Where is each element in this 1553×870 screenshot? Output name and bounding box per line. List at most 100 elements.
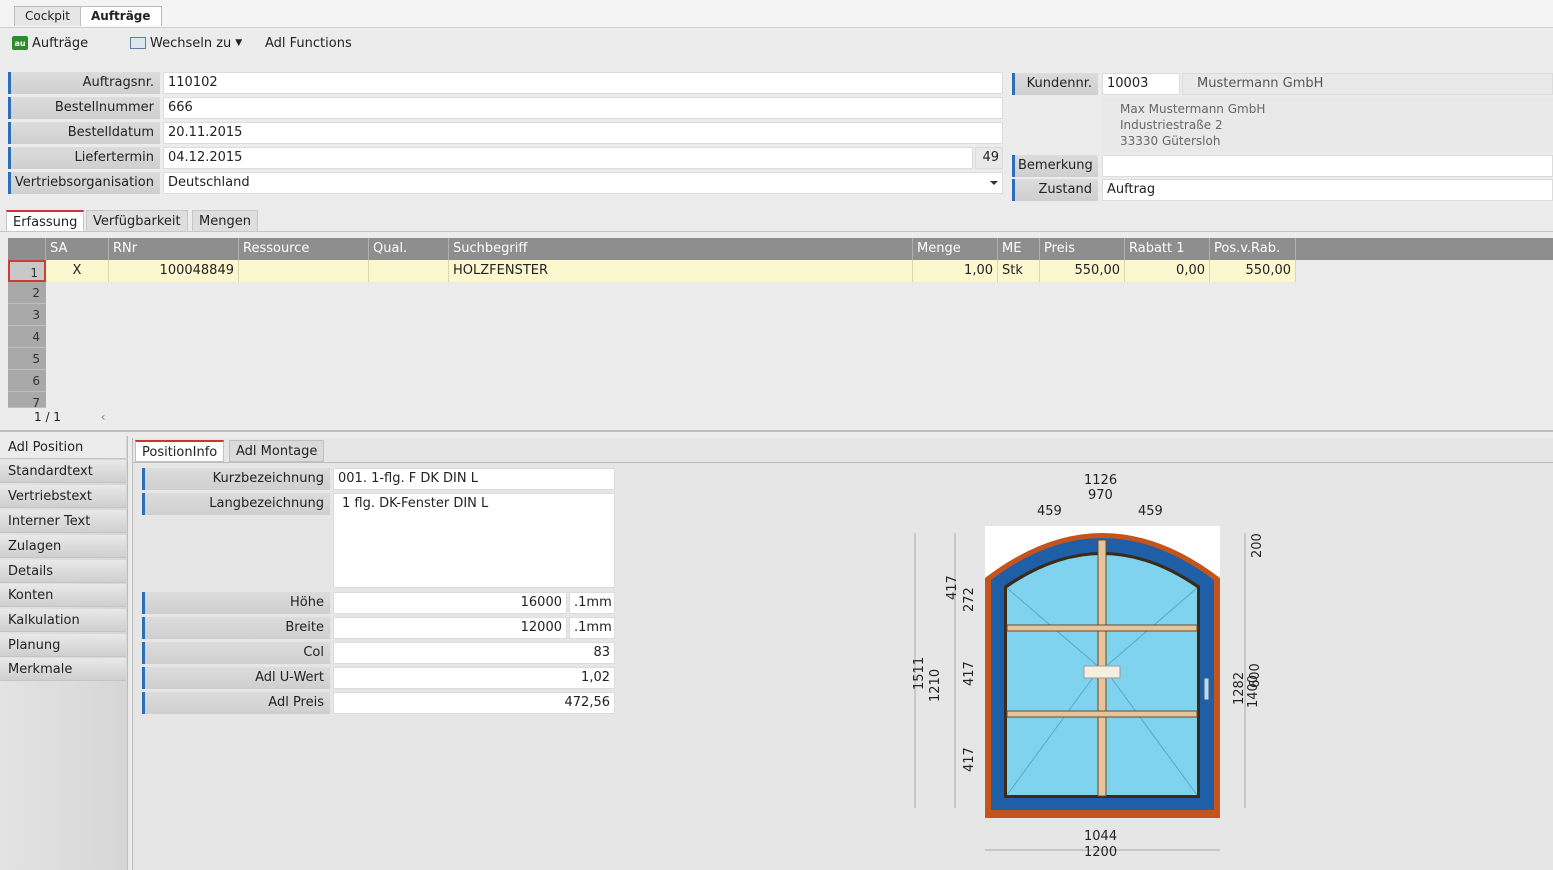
dim-bottom1: 1044 bbox=[1084, 829, 1118, 844]
col-rnr[interactable]: RNr bbox=[109, 238, 239, 260]
dim-top-left: 459 bbox=[1037, 504, 1062, 519]
pager: 1 / 1 ‹ bbox=[8, 408, 128, 426]
dim-left-417a: 417 bbox=[945, 575, 960, 600]
col-posvrab[interactable]: Pos.v.Rab. bbox=[1210, 238, 1296, 260]
tab-erfassung[interactable]: Erfassung bbox=[6, 210, 85, 232]
tab-adl-montage[interactable]: Adl Montage bbox=[229, 440, 325, 462]
uwert-label: Adl U-Wert bbox=[142, 667, 330, 689]
dim-top-right: 459 bbox=[1138, 504, 1163, 519]
col-menge[interactable]: Menge bbox=[913, 238, 998, 260]
cell-me[interactable]: Stk bbox=[998, 260, 1040, 282]
tab-auftraege[interactable]: Aufträge bbox=[80, 6, 162, 26]
breite-label: Breite bbox=[142, 617, 330, 639]
col-rabatt[interactable]: Rabatt 1 bbox=[1125, 238, 1210, 260]
cell-preis[interactable]: 550,00 bbox=[1040, 260, 1125, 282]
nav-zulagen[interactable]: Zulagen bbox=[0, 535, 126, 558]
chevron-left-icon[interactable]: ‹ bbox=[101, 410, 106, 424]
nav-konten[interactable]: Konten bbox=[0, 584, 126, 607]
breite-field[interactable]: 12000 bbox=[333, 617, 567, 639]
liefertermin-label: Liefertermin bbox=[8, 147, 160, 169]
hoehe-field[interactable]: 16000 bbox=[333, 592, 567, 614]
tab-positioninfo[interactable]: PositionInfo bbox=[135, 440, 225, 462]
col-preis[interactable]: Preis bbox=[1040, 238, 1125, 260]
cell-menge[interactable]: 1,00 bbox=[913, 260, 998, 282]
dim-left-1511: 1511 bbox=[912, 656, 927, 690]
row-number[interactable]: 5 bbox=[8, 348, 46, 370]
nav-merkmale[interactable]: Merkmale bbox=[0, 658, 126, 681]
adl-functions-button[interactable]: Adl Functions bbox=[265, 34, 352, 52]
col-suchbegriff[interactable]: Suchbegriff bbox=[449, 238, 913, 260]
bemerkung-label: Bemerkung bbox=[1012, 155, 1098, 177]
dim-right-600: 600 bbox=[1248, 663, 1263, 688]
tab-verfuegbarkeit[interactable]: Verfügbarkeit bbox=[86, 210, 188, 232]
vertrieb-select[interactable]: Deutschland bbox=[163, 172, 1003, 194]
cell-posvrab[interactable]: 550,00 bbox=[1210, 260, 1296, 282]
nav-adl-position[interactable]: Adl Position bbox=[0, 436, 126, 459]
nav-vertriebstext[interactable]: Vertriebstext bbox=[0, 485, 126, 508]
nav-details[interactable]: Details bbox=[0, 560, 126, 583]
row-number[interactable]: 6 bbox=[8, 370, 46, 392]
cell-sa[interactable]: X bbox=[46, 260, 109, 282]
row-number[interactable]: 7 bbox=[8, 392, 46, 410]
lang-textarea[interactable]: 1 flg. DK-Fenster DIN L bbox=[333, 493, 615, 588]
kurz-label: Kurzbezeichnung bbox=[142, 468, 330, 490]
divider bbox=[0, 430, 1553, 432]
customer-name: Mustermann GmbH bbox=[1182, 73, 1553, 95]
row-number[interactable]: 4 bbox=[8, 326, 46, 348]
bestellnummer-field[interactable]: 666 bbox=[163, 97, 1003, 119]
orders-button[interactable]: au Aufträge bbox=[12, 34, 88, 52]
window-drawing: 1126 970 459 459 1044 1200 417 272 417 4… bbox=[900, 468, 1280, 868]
tab-mengen[interactable]: Mengen bbox=[192, 210, 258, 232]
nav-standardtext[interactable]: Standardtext bbox=[0, 460, 126, 483]
col-qual[interactable]: Qual. bbox=[369, 238, 449, 260]
dim-bottom2: 1200 bbox=[1084, 845, 1118, 860]
col-me[interactable]: ME bbox=[998, 238, 1040, 260]
nav-kalkulation[interactable]: Kalkulation bbox=[0, 609, 126, 632]
bestelldatum-label: Bestelldatum bbox=[8, 122, 160, 144]
kurz-field[interactable]: 001. 1-flg. F DK DIN L bbox=[333, 468, 615, 490]
col-field[interactable]: 83 bbox=[333, 642, 615, 664]
breite-unit: .1mm bbox=[569, 617, 615, 639]
address-line: 33330 Gütersloh bbox=[1120, 134, 1221, 148]
dim-left-1210: 1210 bbox=[928, 668, 943, 702]
dim-left-417b: 417 bbox=[962, 661, 977, 686]
col-ressource[interactable]: Ressource bbox=[239, 238, 369, 260]
bemerkung-field[interactable] bbox=[1102, 155, 1553, 177]
liefertermin-field[interactable]: 04.12.2015 bbox=[163, 147, 973, 169]
nav-planung[interactable]: Planung bbox=[0, 634, 126, 657]
bestelldatum-field[interactable]: 20.11.2015 bbox=[163, 122, 1003, 144]
auftragsnr-field[interactable]: 110102 bbox=[163, 72, 1003, 94]
chevron-down-icon: ▼ bbox=[235, 38, 243, 48]
zustand-field[interactable]: Auftrag bbox=[1102, 179, 1553, 201]
tab-cockpit[interactable]: Cockpit bbox=[14, 6, 81, 26]
toolbar: au Aufträge Wechseln zu ▼ Adl Functions bbox=[0, 28, 1553, 58]
address-line: Industriestraße 2 bbox=[1120, 118, 1223, 132]
kundennr-field[interactable]: 10003 bbox=[1102, 73, 1180, 95]
row-number[interactable]: 3 bbox=[8, 304, 46, 326]
hoehe-label: Höhe bbox=[142, 592, 330, 614]
dim-right-200: 200 bbox=[1250, 533, 1265, 558]
handle-icon bbox=[1203, 677, 1210, 701]
row-number[interactable]: 1 bbox=[8, 260, 46, 282]
zustand-label: Zustand bbox=[1012, 179, 1098, 201]
cell-suchbegriff[interactable]: HOLZFENSTER bbox=[449, 260, 913, 282]
preis-label: Adl Preis bbox=[142, 692, 330, 714]
switch-to-button[interactable]: Wechseln zu ▼ bbox=[130, 34, 242, 52]
cell-qual[interactable] bbox=[369, 260, 449, 282]
positions-grid: SA RNr Ressource Qual. Suchbegriff Menge… bbox=[8, 238, 1553, 428]
cell-rnr[interactable]: 100048849 bbox=[109, 260, 239, 282]
nav-interner-text[interactable]: Interner Text bbox=[0, 510, 126, 533]
dim-left-417c: 417 bbox=[962, 747, 977, 772]
orders-label: Aufträge bbox=[32, 35, 89, 51]
cell-ressource[interactable] bbox=[239, 260, 369, 282]
top-tab-bar: Cockpit Aufträge bbox=[0, 0, 1553, 28]
label-box bbox=[1083, 665, 1121, 679]
cell-rabatt[interactable]: 0,00 bbox=[1125, 260, 1210, 282]
uwert-field[interactable]: 1,02 bbox=[333, 667, 615, 689]
preis-field[interactable]: 472,56 bbox=[333, 692, 615, 714]
dim-top2: 970 bbox=[1088, 488, 1113, 503]
address-line: Max Mustermann GmbH bbox=[1120, 102, 1266, 116]
col-sa[interactable]: SA bbox=[46, 238, 109, 260]
dim-left-272: 272 bbox=[962, 587, 977, 612]
row-number[interactable]: 2 bbox=[8, 282, 46, 304]
